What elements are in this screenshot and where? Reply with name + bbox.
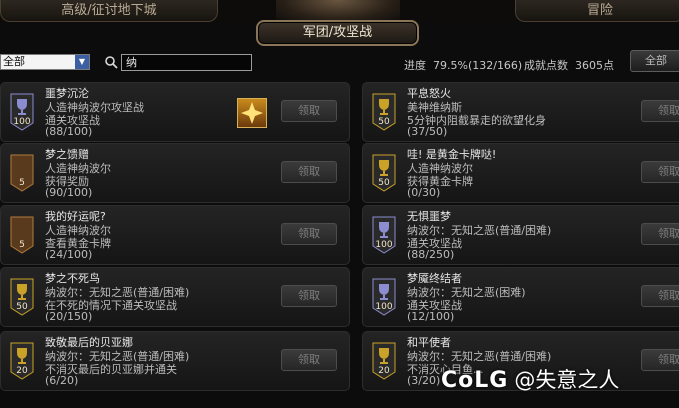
achievement-progress: (24/100) bbox=[45, 248, 93, 261]
achievement-card[interactable]: 5 梦之馈赠 人造神纳波尔 获得奖励 (90/100) 领取 bbox=[0, 143, 350, 203]
badge-points: 100 bbox=[375, 240, 393, 250]
achievement-progress: (90/100) bbox=[45, 186, 93, 199]
reward-item-icon[interactable] bbox=[237, 98, 267, 128]
badge-points: 5 bbox=[19, 178, 25, 188]
achievement-card[interactable]: 5 我的好运呢? 人造神纳波尔 查看黄金卡牌 (24/100) 领取 bbox=[0, 205, 350, 265]
achievement-progress: (6/20) bbox=[45, 374, 79, 387]
progress-label: 进度 bbox=[404, 59, 426, 72]
trophy-badge: 100 bbox=[10, 93, 34, 131]
badge-points: 100 bbox=[375, 302, 393, 312]
achievement-progress: (20/150) bbox=[45, 310, 93, 323]
badge-points: 5 bbox=[19, 240, 25, 250]
claim-button[interactable]: 领取 bbox=[641, 349, 679, 371]
category-dropdown[interactable]: 全部 ▼ bbox=[0, 54, 90, 70]
trophy-badge: 50 bbox=[10, 278, 34, 316]
achievement-progress: (12/100) bbox=[407, 310, 455, 323]
claim-button[interactable]: 领取 bbox=[641, 285, 679, 307]
chevron-down-icon[interactable]: ▼ bbox=[75, 55, 89, 69]
claim-button[interactable]: 领取 bbox=[281, 349, 337, 371]
claim-button[interactable]: 领取 bbox=[641, 100, 679, 122]
claim-button[interactable]: 领取 bbox=[641, 161, 679, 183]
achievement-card[interactable]: 20 致敬最后的贝亚娜 纳波尔：无知之恶(普通/困难) 不消灭最后的贝亚娜并通关 (6/… bbox=[0, 331, 350, 391]
trophy-badge: 5 bbox=[10, 216, 34, 254]
achievement-card[interactable]: 100 无惧噩梦 纳波尔：无知之恶(普通/困难) 通关攻坚战 (88/250) 领取 bbox=[362, 205, 679, 265]
badge-points: 20 bbox=[378, 366, 390, 376]
achievement-card[interactable]: 50 哇! 是黄金卡牌哒! 人造神纳波尔 获得黄金卡牌 (0/30) 领取 bbox=[362, 143, 679, 203]
trophy-badge: 20 bbox=[372, 342, 396, 380]
category-dropdown-value: 全部 bbox=[3, 55, 25, 68]
claim-button[interactable]: 领取 bbox=[281, 100, 337, 122]
progress-readout: 进度 79.5%(132/166) bbox=[404, 57, 522, 73]
watermark: CoLG @失意之人 bbox=[441, 364, 619, 402]
achievement-card[interactable]: 100 噩梦沉沦 人造神纳波尔攻坚战 通关攻坚战 (88/100) 领取 bbox=[0, 82, 350, 142]
trophy-badge: 20 bbox=[10, 342, 34, 380]
claim-button[interactable]: 领取 bbox=[281, 161, 337, 183]
achievement-progress: (3/20) bbox=[407, 374, 441, 387]
watermark-handle: @失意之人 bbox=[514, 368, 620, 392]
achievement-progress: (37/50) bbox=[407, 125, 448, 138]
badge-points: 50 bbox=[16, 302, 28, 312]
trophy-badge: 100 bbox=[372, 278, 396, 316]
badge-points: 20 bbox=[16, 366, 28, 376]
points-value: 3605点 bbox=[575, 59, 614, 72]
achievement-progress: (88/250) bbox=[407, 248, 455, 261]
achievement-card[interactable]: 50 梦之不死鸟 纳波尔：无知之恶(普通/困难) 在不死的情况下通关攻坚战 (20/15… bbox=[0, 267, 350, 327]
filter-bar: 全部 ▼ 纳 进度 79.5%(132/166) 成就点数 3605点 全部 bbox=[0, 50, 679, 74]
top-nav-bar: 高级/征讨地下城 冒险 bbox=[0, 0, 679, 22]
achievement-progress: (88/100) bbox=[45, 125, 93, 138]
achievement-progress: (0/30) bbox=[407, 186, 441, 199]
trophy-badge: 50 bbox=[372, 93, 396, 131]
claim-button[interactable]: 领取 bbox=[281, 223, 337, 245]
achievement-card[interactable]: 50 平息怒火 美神维纳斯 5分钟内阻截暴走的欲望化身 (37/50) 领取 bbox=[362, 82, 679, 142]
trophy-badge: 5 bbox=[10, 154, 34, 192]
claim-button[interactable]: 领取 bbox=[641, 223, 679, 245]
progress-value: 79.5%(132/166) bbox=[433, 59, 523, 72]
all-filter-button[interactable]: 全部 bbox=[630, 50, 679, 72]
badge-points: 100 bbox=[13, 117, 31, 127]
achievement-card[interactable]: 100 梦魇终结者 纳波尔：无知之恶(困难) 通关攻坚战 (12/100) 领取 bbox=[362, 267, 679, 327]
search-input[interactable]: 纳 bbox=[121, 54, 252, 71]
tab-adventure[interactable]: 冒险 bbox=[515, 0, 679, 22]
colg-logo: CoLG bbox=[441, 368, 509, 393]
tab-advanced-dungeon[interactable]: 高级/征讨地下城 bbox=[0, 0, 218, 22]
badge-points: 50 bbox=[378, 117, 390, 127]
category-emblem bbox=[276, 0, 400, 22]
badge-points: 50 bbox=[378, 178, 390, 188]
claim-button[interactable]: 领取 bbox=[281, 285, 337, 307]
search-icon bbox=[105, 56, 118, 69]
tab-legion-raid[interactable]: 军团/攻坚战 bbox=[256, 20, 419, 46]
achievement-points: 成就点数 3605点 bbox=[524, 57, 614, 73]
trophy-badge: 50 bbox=[372, 154, 396, 192]
points-label: 成就点数 bbox=[524, 59, 568, 72]
trophy-badge: 100 bbox=[372, 216, 396, 254]
